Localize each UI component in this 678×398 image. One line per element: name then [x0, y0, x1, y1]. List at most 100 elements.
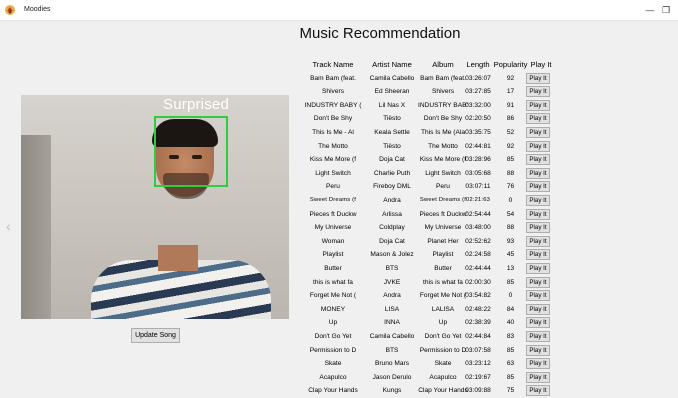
chevron-left-icon[interactable]: ‹: [6, 218, 11, 234]
length-cell: 03:09:88: [465, 387, 491, 395]
play-it-button[interactable]: Play It: [526, 235, 550, 247]
play-it-button[interactable]: Play It: [526, 222, 550, 234]
popularity-cell: 88: [506, 169, 515, 177]
update-song-button[interactable]: Update Song: [131, 328, 180, 343]
album-cell: Up: [438, 319, 448, 327]
track-name-cell: My Universe: [314, 224, 352, 232]
table-row: The Motto Tiësto The Motto 02:44:81 92 Play I…: [300, 140, 565, 154]
track-name-cell: INDUSTRY BABY (: [304, 101, 362, 109]
album-cell: Planet Her: [427, 237, 459, 245]
table-row: Clap Your Hands Kungs Clap Your Hands 03:09…: [300, 384, 565, 398]
popularity-cell: 92: [506, 74, 515, 82]
artist-name-cell: Doja Cat: [379, 237, 405, 245]
artist-name-cell: Arlissa: [382, 210, 402, 218]
album-cell: Bam Bam (feat.: [420, 74, 466, 82]
camera-feed: Surprised: [21, 95, 289, 319]
album-cell: Clap Your Hands: [418, 387, 468, 395]
album-cell: this is what fa: [423, 278, 463, 286]
length-cell: 03:05:68: [465, 169, 491, 177]
popularity-cell: 93: [506, 237, 515, 245]
album-cell: Peru: [436, 183, 450, 191]
album-cell: Shivers: [432, 88, 454, 96]
play-it-button[interactable]: Play It: [526, 154, 550, 166]
length-cell: 02:54:44: [465, 210, 491, 218]
length-cell: 02:38:39: [465, 319, 491, 327]
track-name-cell: The Motto: [318, 142, 348, 150]
play-it-button[interactable]: Play It: [526, 72, 550, 84]
length-cell: 03:27:85: [465, 88, 491, 96]
track-name-cell: Skate: [324, 360, 342, 368]
app-icon: [5, 5, 15, 15]
play-it-button[interactable]: Play It: [526, 127, 550, 138]
play-it-button[interactable]: Play It: [526, 140, 550, 152]
popularity-cell: 45: [506, 251, 515, 259]
popularity-cell: 76: [506, 183, 515, 191]
length-cell: 02:00:30: [465, 278, 491, 286]
artist-name-cell: INNA: [384, 319, 400, 327]
play-it-button[interactable]: Play It: [526, 181, 550, 193]
length-cell: 02:48:22: [465, 305, 491, 313]
play-it-button[interactable]: Play It: [526, 263, 550, 274]
play-it-button[interactable]: Play It: [526, 385, 550, 397]
play-it-button[interactable]: Play It: [526, 371, 550, 383]
table-row: Butter BTS Butter 02:44:44 13 Play It: [300, 262, 565, 276]
album-cell: The Motto: [428, 142, 458, 150]
play-it-button[interactable]: Play It: [526, 303, 550, 315]
track-name-cell: Sweet Dreams (f: [309, 197, 357, 203]
length-cell: 02:44:81: [465, 142, 491, 150]
table-row: MONEY LISA LALISA 02:48:22 84 Play It: [300, 303, 565, 317]
play-it-button[interactable]: Play It: [526, 317, 550, 329]
table-row: Don't Go Yet Camila Cabello Don't Go Yet 02…: [300, 330, 565, 344]
album-cell: Sweet Dreams (f: [419, 197, 467, 203]
table-row: Acapulco Jason Derulo Acapulco 02:19:67 85 Pl…: [300, 371, 565, 385]
person-neck: [158, 245, 198, 271]
length-cell: 02:52:62: [465, 237, 491, 245]
play-it-button[interactable]: Play It: [526, 358, 550, 370]
length-cell: 03:23:12: [465, 360, 491, 368]
table-row: Pieces ft Duckw Arlissa Pieces ft Duckw 02:…: [300, 208, 565, 222]
album-cell: Pieces ft Duckw: [419, 210, 467, 218]
popularity-cell: 88: [506, 224, 515, 232]
artist-name-cell: Camila Cabello: [369, 333, 415, 340]
play-it-button[interactable]: Play It: [526, 344, 550, 356]
artist-name-cell: Jason Derulo: [372, 373, 412, 381]
play-it-button[interactable]: Play It: [526, 113, 550, 125]
play-it-button[interactable]: Play It: [526, 249, 550, 261]
popularity-cell: 85: [506, 278, 515, 286]
artist-name-cell: Andra: [383, 292, 401, 300]
album-cell: Acapulco: [429, 373, 457, 381]
table-row: Light Switch Charlie Puth Light Switch 03:0…: [300, 167, 565, 181]
artist-name-cell: BTS: [385, 265, 399, 272]
album-cell: Butter: [434, 265, 452, 272]
popularity-cell: 63: [506, 360, 515, 368]
length-cell: 03:32:00: [465, 101, 491, 109]
minimize-icon[interactable]: —: [642, 2, 658, 18]
track-name-cell: Light Switch: [315, 169, 351, 177]
play-it-button[interactable]: Play It: [526, 331, 550, 342]
header-length: Length: [466, 60, 490, 69]
artist-name-cell: Mason & Jolez: [370, 251, 414, 259]
length-cell: 02:20:50: [465, 115, 491, 123]
table-row: Up INNA Up 02:38:39 40 Play It: [300, 316, 565, 330]
artist-name-cell: Tiësto: [383, 115, 401, 123]
track-name-cell: Permission to D: [309, 346, 357, 354]
artist-name-cell: Coldplay: [379, 224, 405, 232]
album-cell: Skate: [434, 360, 452, 368]
play-it-button[interactable]: Play It: [526, 208, 550, 220]
play-it-button[interactable]: Play It: [526, 167, 550, 179]
play-it-button[interactable]: Play It: [526, 99, 550, 111]
play-it-button[interactable]: Play It: [526, 290, 550, 302]
header-play-it: Play It: [530, 60, 552, 69]
track-name-cell: Clap Your Hands: [308, 387, 358, 395]
track-name-cell: This Is Me - Al: [312, 129, 354, 136]
length-cell: 02:44:84: [465, 333, 491, 340]
play-it-button[interactable]: Play It: [526, 276, 550, 288]
camera-door: [21, 135, 51, 319]
header-artist-name: Artist Name: [372, 60, 412, 69]
popularity-cell: 17: [506, 88, 515, 96]
artist-name-cell: Fireboy DML: [373, 183, 411, 191]
track-name-cell: Peru: [326, 183, 340, 191]
play-it-button[interactable]: Play It: [526, 195, 550, 206]
maximize-icon[interactable]: ❐: [658, 2, 674, 18]
play-it-button[interactable]: Play It: [526, 86, 550, 98]
